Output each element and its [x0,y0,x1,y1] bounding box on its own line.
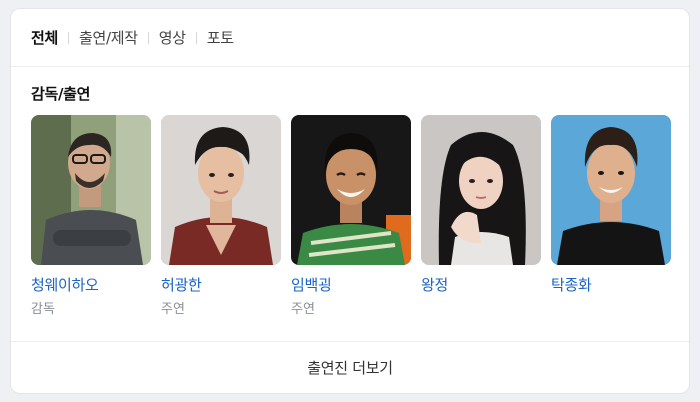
person-photo[interactable] [551,115,671,265]
person-card[interactable]: 청웨이하오 감독 [31,115,151,319]
tab-bar: 전체 출연/제작 영상 포토 [11,9,689,67]
tab-video[interactable]: 영상 [159,27,186,48]
person-role: 주연 [291,302,315,317]
person-role: 주연 [161,302,185,317]
person-card[interactable]: 임백굉 주연 [291,115,411,319]
person-name[interactable]: 탁종화 [551,275,671,295]
tab-divider [147,31,149,44]
tab-divider [68,31,70,44]
tab-divider [195,31,197,44]
more-cast-button[interactable]: 출연진 더보기 [11,341,689,393]
person-card[interactable]: 허광한 주연 [161,115,281,319]
person-name[interactable]: 청웨이하오 [31,275,151,295]
people-list: 청웨이하오 감독 허광한 주연 임백굉 주연 왕정 탁종화 [31,115,689,330]
person-role [551,301,671,319]
section-title: 감독/출연 [31,85,91,103]
person-photo[interactable] [291,115,411,265]
tab-cast-production[interactable]: 출연/제작 [79,27,138,48]
tab-photo[interactable]: 포토 [207,27,234,48]
person-photo[interactable] [161,115,281,265]
person-name[interactable]: 허광한 [161,275,281,295]
tab-all[interactable]: 전체 [31,27,58,48]
person-card[interactable]: 왕정 [421,115,541,319]
person-role: 감독 [31,302,55,317]
person-photo[interactable] [31,115,151,265]
cast-card: 전체 출연/제작 영상 포토 감독/출연 청웨이하오 감독 허광한 주연 임백굉… [10,8,690,394]
person-role [421,301,541,319]
person-card[interactable]: 탁종화 [551,115,671,319]
person-name[interactable]: 왕정 [421,275,541,295]
person-photo[interactable] [421,115,541,265]
person-name[interactable]: 임백굉 [291,275,411,295]
